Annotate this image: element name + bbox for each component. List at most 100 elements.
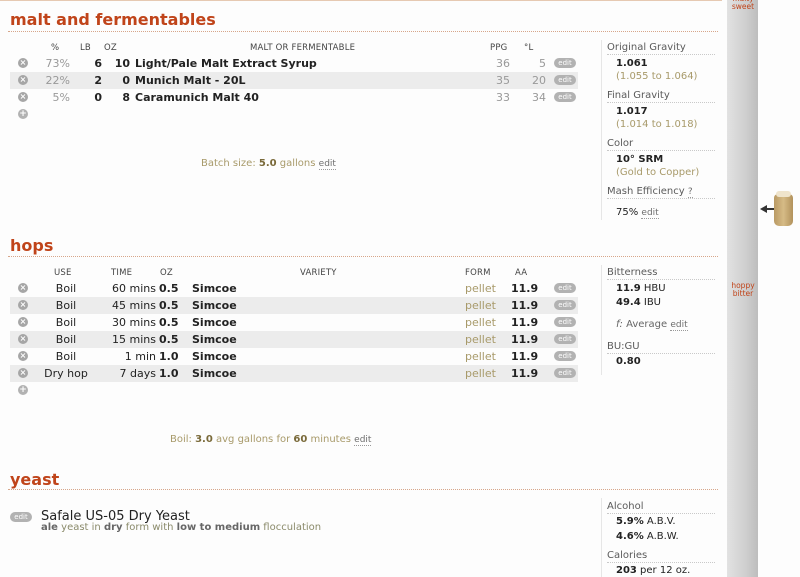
hops-row: × Boil 45 mins 0.5 Simcoe pellet 11.9 ed… bbox=[10, 297, 578, 314]
bugu-label: BU:GU bbox=[607, 341, 640, 352]
malt-col-lovibond: °L bbox=[524, 43, 534, 53]
hop-form: pellet bbox=[465, 367, 496, 380]
malt-edit-button[interactable]: edit bbox=[554, 92, 576, 102]
og-label: Original Gravity bbox=[607, 42, 686, 53]
gravity-panel-border bbox=[601, 40, 602, 220]
mash-help-link[interactable]: ? bbox=[687, 187, 693, 198]
malt-divider bbox=[8, 31, 718, 32]
malt-pct: 5% bbox=[52, 91, 70, 104]
remove-x-icon[interactable]: × bbox=[18, 334, 28, 344]
top-divider bbox=[0, 0, 722, 1]
malt-oz: 10 bbox=[114, 57, 130, 70]
fg-value: 1.017 bbox=[616, 106, 648, 117]
hop-time: 7 days bbox=[119, 367, 156, 380]
scale-bottom-label: hoppy bitter bbox=[731, 281, 755, 298]
hop-form: pellet bbox=[465, 333, 496, 346]
hop-variety[interactable]: Simcoe bbox=[192, 299, 237, 312]
add-plus-icon[interactable]: + bbox=[18, 109, 28, 119]
malt-lb: 6 bbox=[94, 57, 102, 70]
malt-row: × 22% 2 0 Munich Malt - 20L 35 20 edit bbox=[10, 72, 578, 89]
yeast-edit-button[interactable]: edit bbox=[10, 512, 32, 522]
hop-edit-button[interactable]: edit bbox=[554, 317, 576, 327]
hop-edit-button[interactable]: edit bbox=[554, 351, 576, 361]
bitterness-panel-border bbox=[601, 265, 602, 375]
abv-unit: A.B.V. bbox=[643, 516, 676, 527]
beer-glass-icon bbox=[774, 191, 793, 226]
ibu-formula: f: Average edit bbox=[616, 319, 688, 331]
malt-col-pct: % bbox=[51, 43, 60, 53]
remove-x-icon[interactable]: × bbox=[18, 351, 28, 361]
remove-x-icon[interactable]: × bbox=[18, 75, 28, 85]
calories-unit: per 12 oz. bbox=[636, 565, 691, 576]
abw: 4.6% A.B.W. bbox=[616, 531, 679, 542]
malt-edit-button[interactable]: edit bbox=[554, 75, 576, 85]
fg-label: Final Gravity bbox=[607, 90, 670, 101]
formula-icon: f: bbox=[616, 319, 623, 330]
yeast-text-3: flocculation bbox=[260, 522, 322, 533]
remove-x-icon[interactable]: × bbox=[18, 283, 28, 293]
hop-time: 60 mins bbox=[112, 282, 156, 295]
hbu-value: 11.9 bbox=[616, 283, 641, 294]
yeast-section-title: yeast bbox=[10, 470, 60, 489]
malt-lb: 0 bbox=[94, 91, 102, 104]
hop-use: Boil bbox=[55, 333, 77, 346]
batch-edit-link[interactable]: edit bbox=[318, 159, 336, 170]
remove-x-icon[interactable]: × bbox=[18, 58, 28, 68]
hop-edit-button[interactable]: edit bbox=[554, 283, 576, 293]
malt-name[interactable]: Light/Pale Malt Extract Syrup bbox=[135, 57, 317, 70]
hop-edit-button[interactable]: edit bbox=[554, 300, 576, 310]
malt-name[interactable]: Munich Malt - 20L bbox=[135, 74, 246, 87]
yeast-description: ale yeast in dry form with low to medium… bbox=[41, 522, 321, 533]
yeast-form: dry bbox=[103, 522, 123, 533]
malt-lovibond: 20 bbox=[532, 74, 546, 87]
hop-variety[interactable]: Simcoe bbox=[192, 333, 237, 346]
malt-ppg: 33 bbox=[496, 91, 510, 104]
hop-variety[interactable]: Simcoe bbox=[192, 350, 237, 363]
hops-col-oz: OZ bbox=[160, 268, 173, 278]
remove-x-icon[interactable]: × bbox=[18, 300, 28, 310]
add-plus-icon[interactable]: + bbox=[18, 385, 28, 395]
hops-col-variety: VARIETY bbox=[300, 268, 337, 278]
malt-pct: 73% bbox=[45, 57, 70, 70]
mash-value: 75% bbox=[616, 207, 639, 218]
hop-variety[interactable]: Simcoe bbox=[192, 316, 237, 329]
hop-edit-button[interactable]: edit bbox=[554, 368, 576, 378]
yeast-flocculation: low to medium bbox=[176, 522, 261, 533]
boil-suffix: minutes bbox=[307, 434, 351, 445]
malt-ppg: 36 bbox=[496, 57, 510, 70]
boil-info: Boil: 3.0 avg gallons for 60 minutes edi… bbox=[170, 434, 372, 446]
boil-prefix: Boil: bbox=[170, 434, 196, 445]
hop-edit-button[interactable]: edit bbox=[554, 334, 576, 344]
hops-row: × Boil 30 mins 0.5 Simcoe pellet 11.9 ed… bbox=[10, 314, 578, 331]
hop-variety[interactable]: Simcoe bbox=[192, 282, 237, 295]
boil-minutes: 60 bbox=[293, 434, 308, 445]
boil-mid: avg gallons for bbox=[212, 434, 294, 445]
hop-oz: 1.0 bbox=[159, 367, 179, 380]
malt-name[interactable]: Caramunich Malt 40 bbox=[135, 91, 259, 104]
hop-use: Boil bbox=[55, 299, 77, 312]
boil-volume: 3.0 bbox=[195, 434, 213, 445]
marker-line bbox=[766, 208, 774, 210]
remove-x-icon[interactable]: × bbox=[18, 92, 28, 102]
malt-edit-button[interactable]: edit bbox=[554, 58, 576, 68]
hbu-unit: HBU bbox=[640, 283, 666, 294]
hop-aa: 11.9 bbox=[511, 316, 539, 329]
yeast-divider bbox=[8, 489, 718, 490]
remove-x-icon[interactable]: × bbox=[18, 317, 28, 327]
hop-aa: 11.9 bbox=[511, 350, 539, 363]
boil-edit-link[interactable]: edit bbox=[354, 435, 372, 446]
mash-edit-link[interactable]: edit bbox=[641, 208, 659, 219]
hop-variety[interactable]: Simcoe bbox=[192, 367, 237, 380]
yeast-text-2: form with bbox=[122, 522, 177, 533]
malt-lovibond: 34 bbox=[532, 91, 546, 104]
mash-efficiency-label: Mash Efficiency ? bbox=[607, 186, 693, 198]
formula-edit-link[interactable]: edit bbox=[670, 320, 688, 331]
og-range: (1.055 to 1.064) bbox=[616, 71, 698, 82]
alcohol-separator bbox=[607, 513, 715, 514]
abv-value: 5.9% bbox=[616, 516, 644, 527]
ibu: 49.4 IBU bbox=[616, 297, 661, 308]
malt-col-ppg: PPG bbox=[490, 43, 508, 53]
hops-col-form: FORM bbox=[465, 268, 491, 278]
remove-x-icon[interactable]: × bbox=[18, 368, 28, 378]
hop-oz: 0.5 bbox=[159, 282, 179, 295]
